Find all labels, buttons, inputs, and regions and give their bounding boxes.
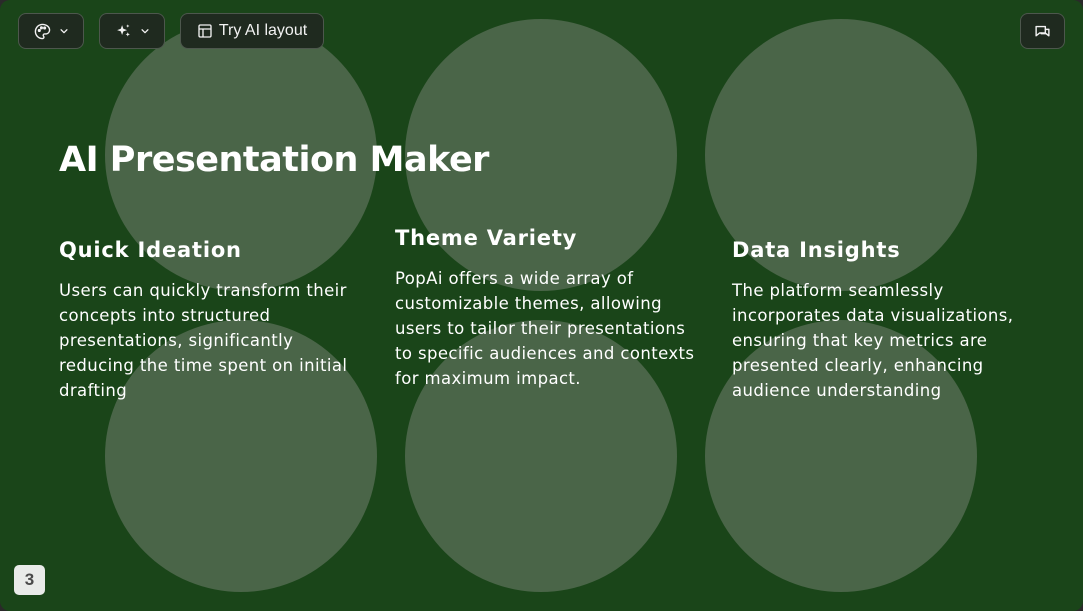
comment-icon bbox=[1034, 23, 1051, 40]
feature-body: The platform seamlessly incorporates dat… bbox=[732, 281, 1014, 400]
feature-column-data-insights: Data Insights The platform seamlessly in… bbox=[732, 238, 1032, 403]
feature-body: PopAi offers a wide array of customizabl… bbox=[395, 269, 695, 388]
slide: Try AI layout AI Presentation Maker Quic… bbox=[0, 0, 1083, 611]
try-ai-layout-label: Try AI layout bbox=[218, 22, 308, 39]
feature-heading: Theme Variety bbox=[395, 226, 578, 250]
page-number-badge: 3 bbox=[14, 565, 45, 595]
feature-column-theme-variety: Theme Variety PopAi offers a wide array … bbox=[395, 226, 695, 391]
chevron-down-icon bbox=[59, 26, 69, 36]
feature-heading: Quick Ideation bbox=[59, 238, 242, 262]
sparkles-icon bbox=[115, 23, 132, 40]
palette-icon bbox=[34, 23, 51, 40]
comment-button[interactable] bbox=[1020, 13, 1065, 49]
slide-title: AI Presentation Maker bbox=[59, 140, 489, 180]
layout-icon bbox=[197, 23, 213, 39]
feature-heading: Data Insights bbox=[732, 238, 901, 262]
feature-body: Users can quickly transform their concep… bbox=[59, 281, 348, 400]
feature-column-quick-ideation: Quick Ideation Users can quickly transfo… bbox=[59, 238, 359, 403]
ai-dropdown-button[interactable] bbox=[99, 13, 165, 49]
chevron-down-icon bbox=[140, 26, 150, 36]
try-ai-layout-button[interactable]: Try AI layout bbox=[180, 13, 324, 49]
theme-dropdown-button[interactable] bbox=[18, 13, 84, 49]
